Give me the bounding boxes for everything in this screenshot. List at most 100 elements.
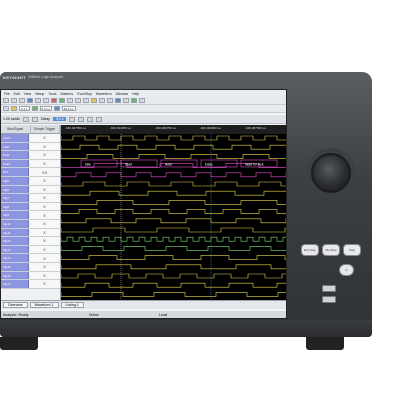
trigger-cell[interactable]: X — [29, 194, 60, 202]
marker-m3-icon[interactable] — [53, 106, 60, 111]
signal-row[interactable]: Sig6 X — [1, 185, 60, 195]
signal-row[interactable]: Bus XX — [1, 168, 60, 177]
zoom-in-icon-2[interactable] — [22, 116, 29, 122]
window-tab[interactable]: Listing-1 — [60, 302, 84, 308]
signal-name[interactable]: Bus — [1, 168, 29, 176]
cursor-icon[interactable] — [3, 106, 9, 111]
signal-row[interactable]: Sig10 X — [1, 219, 60, 229]
signal-row[interactable]: Sig16 X — [1, 271, 60, 281]
signal-name[interactable]: Sig8 — [1, 202, 29, 211]
zoom-label[interactable]: 1.00 ns/div — [3, 117, 20, 121]
marker-m2-icon[interactable] — [31, 106, 38, 111]
signal-row[interactable]: Sig11 X — [1, 228, 60, 238]
signal-row[interactable]: Sig17 X — [1, 280, 60, 289]
readout-2[interactable]: 0.0 ns — [39, 106, 52, 111]
nav-prev-icon[interactable] — [78, 116, 85, 122]
menu-item-view[interactable]: View — [24, 92, 32, 96]
signal-row[interactable]: Data X — [1, 151, 60, 160]
signal-name[interactable]: Sig5 — [1, 176, 29, 185]
print-icon[interactable] — [27, 98, 33, 103]
arrow-right-icon[interactable] — [107, 98, 113, 103]
signal-row[interactable]: Sig15 X — [1, 262, 60, 272]
trigger-cell[interactable]: X — [29, 280, 60, 288]
copy-icon[interactable] — [43, 98, 49, 103]
filter-icon[interactable] — [123, 98, 129, 103]
signal-name[interactable]: State — [1, 159, 29, 168]
col-simple-trigger[interactable]: Simple Trigger — [31, 125, 60, 133]
trigger-cell[interactable]: X — [29, 202, 60, 211]
readout-3[interactable]: 63.0 ns — [61, 106, 76, 111]
menu-item-markers[interactable]: Markers — [61, 92, 74, 96]
marker-m1-icon[interactable] — [11, 106, 17, 111]
signal-name[interactable]: Sig6 — [1, 185, 29, 194]
signal-row[interactable]: State X — [1, 159, 60, 169]
zoom-out-icon-2[interactable] — [31, 116, 38, 122]
signal-name[interactable]: Sig17 — [1, 280, 29, 288]
signal-row[interactable]: Sig13 X — [1, 245, 60, 255]
run-stop-button[interactable]: Run Stop — [301, 244, 319, 256]
trigger-cell[interactable]: X — [29, 271, 60, 280]
run-repetitive-button[interactable]: Run Rep — [322, 244, 340, 256]
marker-icon[interactable] — [67, 98, 73, 103]
config-icon[interactable] — [139, 98, 145, 103]
signal-name[interactable]: Data — [1, 151, 29, 159]
signal-name[interactable]: Addr — [1, 142, 29, 151]
trigger-icon[interactable] — [115, 98, 121, 103]
nav-first-icon[interactable] — [69, 116, 76, 122]
signal-row[interactable]: Sig14 X — [1, 254, 60, 263]
trigger-cell[interactable]: X — [29, 228, 60, 237]
signal-row[interactable]: Sig8 X — [1, 202, 60, 212]
col-bus-signal[interactable]: Bus/Signal — [1, 125, 31, 133]
delay-value[interactable]: 0.0 s — [52, 117, 67, 121]
window-tab[interactable]: Overview — [3, 302, 28, 308]
signal-name[interactable]: Sig14 — [1, 254, 29, 262]
run-icon[interactable] — [59, 98, 65, 103]
cut-icon[interactable] — [35, 98, 41, 103]
arrow-left-icon[interactable] — [99, 98, 105, 103]
readout-1[interactable]: 0.1 s — [19, 106, 30, 111]
play-icon[interactable] — [131, 98, 137, 103]
zoom-in-icon[interactable] — [75, 98, 81, 103]
signal-name[interactable]: Sig13 — [1, 245, 29, 254]
trigger-cell[interactable]: X — [29, 237, 60, 245]
trigger-cell[interactable]: XX — [29, 168, 60, 176]
save-icon[interactable] — [19, 98, 25, 103]
menu-item-run-stop[interactable]: Run/Stop — [77, 92, 92, 96]
signal-row[interactable]: Sig12 X — [1, 237, 60, 246]
trigger-cell[interactable]: X — [29, 185, 60, 194]
new-icon[interactable] — [3, 98, 9, 103]
menu-item-help[interactable]: Help — [132, 92, 139, 96]
nav-next-icon[interactable] — [87, 116, 94, 122]
menu-item-edit[interactable]: Edit — [14, 92, 20, 96]
search-icon[interactable] — [91, 98, 97, 103]
signal-name[interactable]: Sig11 — [1, 228, 29, 237]
signal-row[interactable]: Sig7 X — [1, 194, 60, 203]
menu-item-file[interactable]: File — [4, 92, 10, 96]
signal-name[interactable]: Sig16 — [1, 271, 29, 280]
window-tab[interactable]: Waveform-1 — [29, 302, 59, 308]
menu-item-tools[interactable]: Tools — [48, 92, 56, 96]
nav-last-icon[interactable] — [96, 116, 103, 122]
menu-item-window[interactable]: Window — [116, 92, 128, 96]
signal-name[interactable]: Clock — [1, 134, 29, 142]
trigger-cell[interactable]: X — [29, 159, 60, 168]
trigger-cell[interactable]: X — [29, 219, 60, 228]
open-icon[interactable] — [11, 98, 17, 103]
trigger-cell[interactable]: X — [29, 245, 60, 254]
rotary-knob[interactable] — [311, 153, 351, 193]
trigger-cell[interactable]: X — [29, 254, 60, 262]
stop-icon[interactable] — [51, 98, 57, 103]
trigger-cell[interactable]: X — [29, 151, 60, 159]
stop-button[interactable]: Stop — [343, 244, 361, 256]
signal-row[interactable]: Sig9 X — [1, 211, 60, 220]
signal-name[interactable]: Sig9 — [1, 211, 29, 219]
signal-name[interactable]: Sig10 — [1, 219, 29, 228]
trigger-cell[interactable]: X — [29, 142, 60, 151]
usb-port-1[interactable] — [322, 285, 336, 292]
signal-name[interactable]: Sig12 — [1, 237, 29, 245]
power-button[interactable]: ⏻ — [339, 264, 354, 276]
trigger-cell[interactable]: X — [29, 211, 60, 219]
waveform-area[interactable]: Idle Start Addr Data Wait for Ack — [60, 125, 286, 300]
signal-name[interactable]: Sig7 — [1, 194, 29, 202]
menu-item-waveform[interactable]: Waveform — [96, 92, 112, 96]
